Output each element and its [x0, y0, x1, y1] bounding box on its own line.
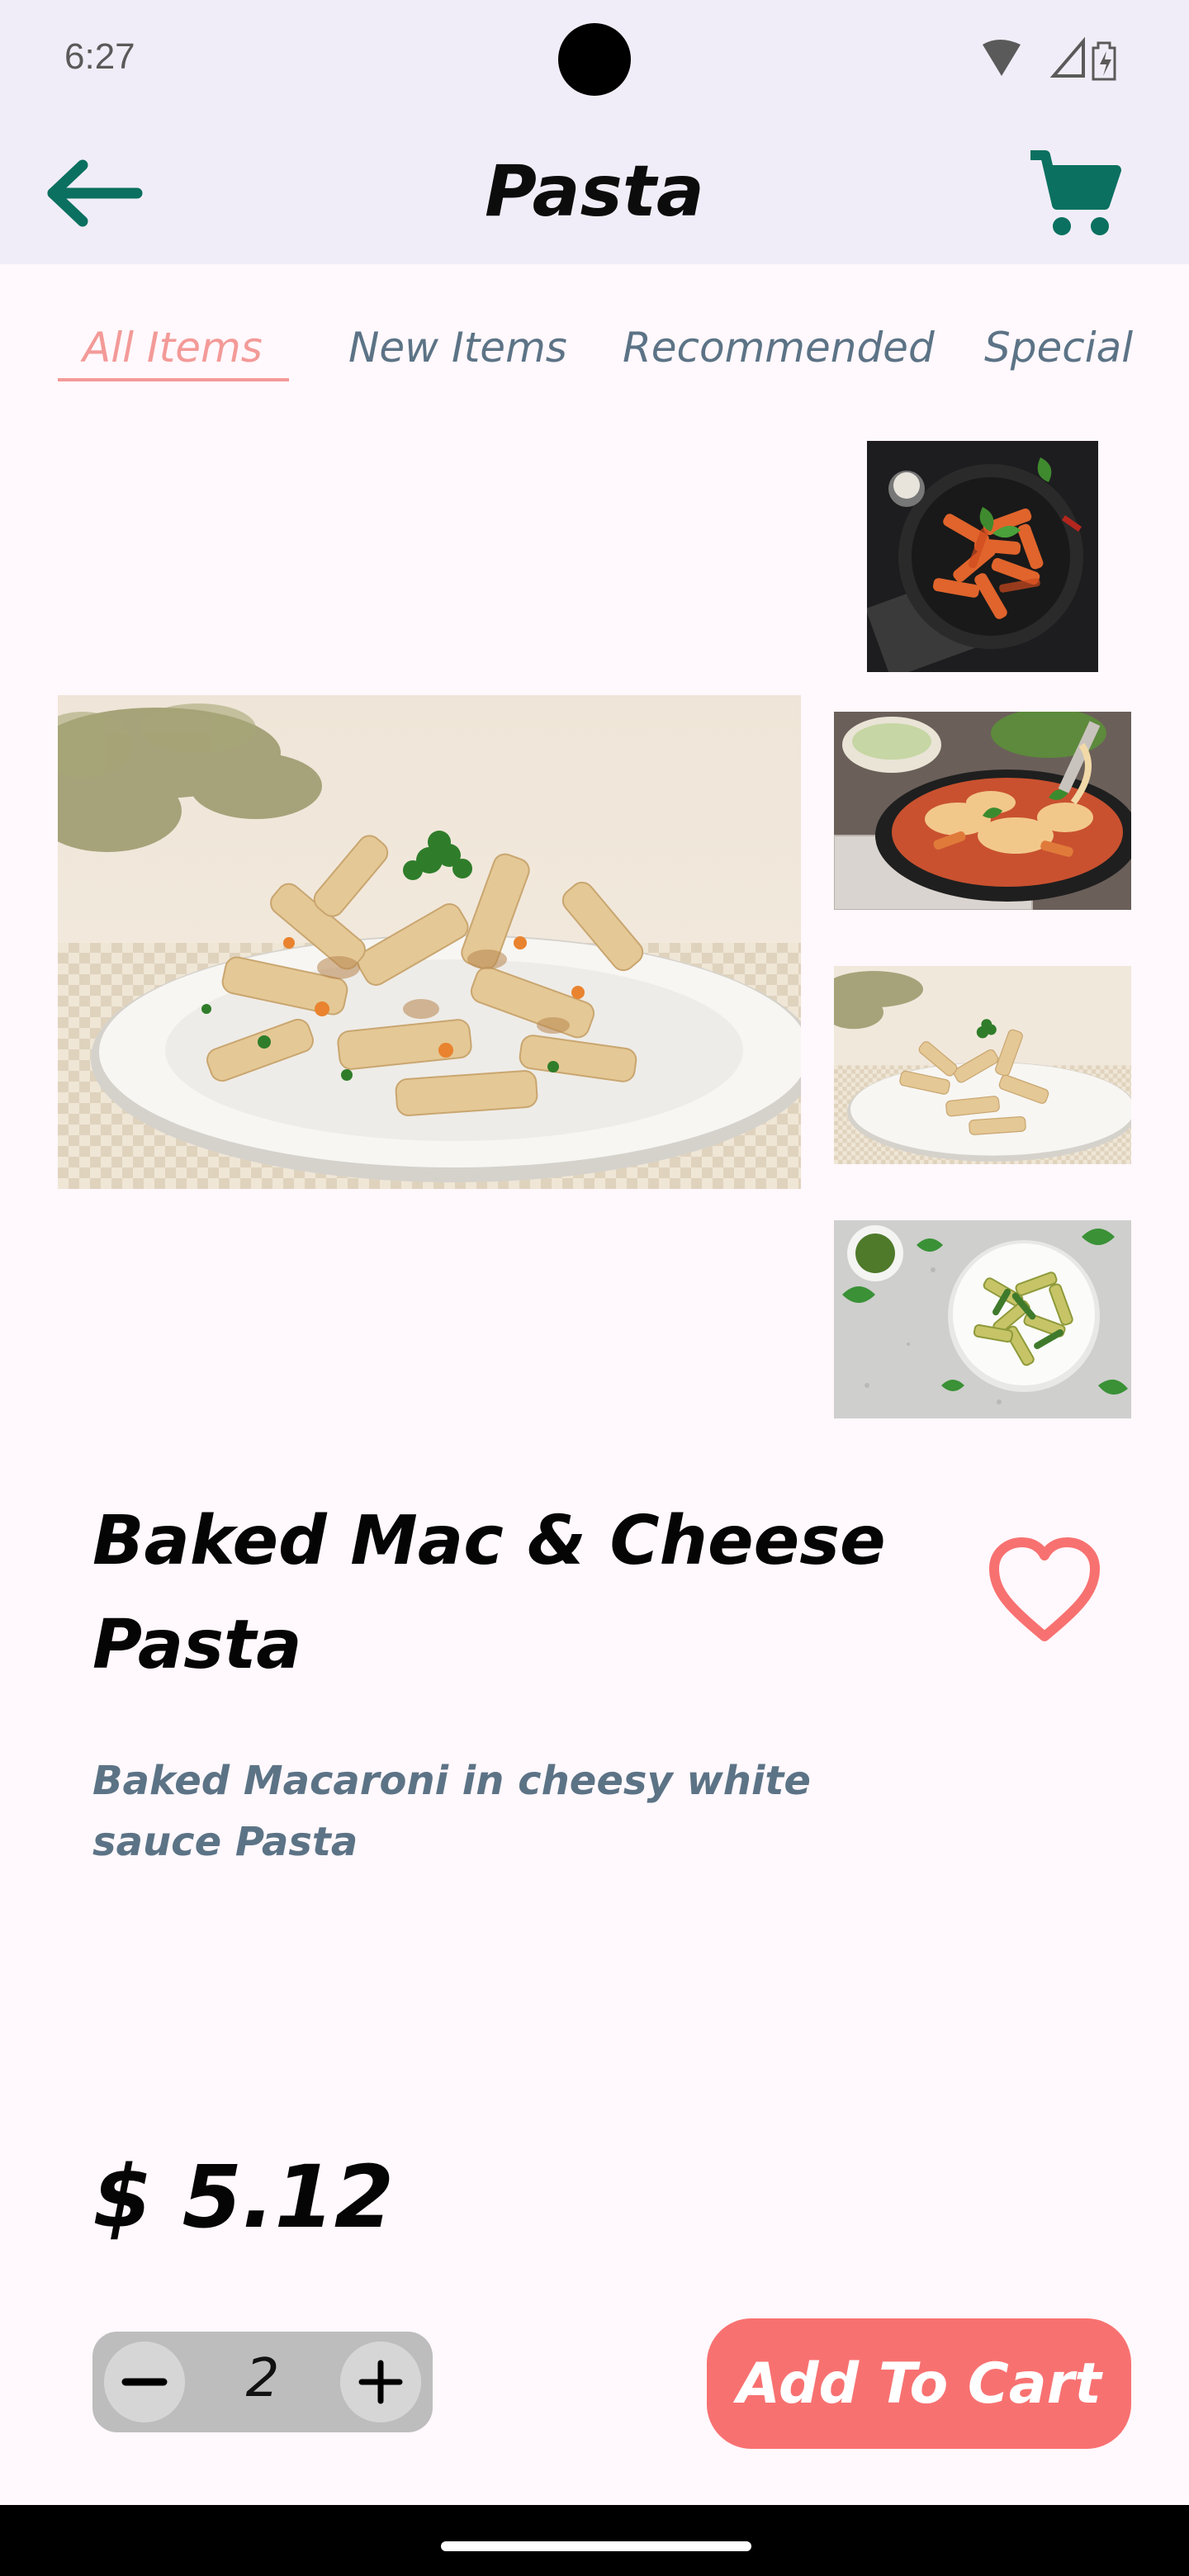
status-time: 6:27	[64, 36, 135, 77]
thumbnail-pesto-penne[interactable]	[834, 1220, 1131, 1418]
increase-quantity-button[interactable]	[340, 2342, 421, 2422]
product-description: Baked Macaroni in cheesy white sauce Pas…	[92, 1758, 811, 1865]
tab-recommended[interactable]: Recommended	[623, 324, 935, 372]
tab-special[interactable]: Special	[984, 324, 1133, 372]
system-navigation-bar	[0, 2505, 1189, 2576]
category-tabs: All Items New Items Recommended Special	[0, 314, 1189, 388]
home-gesture-handle[interactable]	[441, 2541, 751, 2551]
wifi-icon	[983, 40, 1021, 76]
tab-all-items[interactable]: All Items	[83, 324, 263, 372]
main-product-image	[58, 695, 801, 1189]
status-bar: 6:27	[0, 0, 1189, 122]
favorite-heart-icon[interactable]	[983, 1532, 1106, 1648]
app-bar: Pasta	[0, 122, 1189, 264]
active-tab-indicator	[58, 378, 289, 381]
product-price: $ 5.12	[92, 2147, 395, 2247]
thumbnail-penne-arrabbiata[interactable]	[867, 441, 1098, 672]
add-to-cart-button[interactable]: Add To Cart	[707, 2318, 1131, 2449]
decrease-quantity-button[interactable]	[104, 2342, 185, 2422]
signal-icon	[1049, 36, 1085, 78]
quantity-value: 2	[245, 2348, 280, 2409]
shopping-cart-icon[interactable]	[1024, 147, 1123, 243]
quantity-stepper: 2	[92, 2332, 433, 2432]
thumbnail-baked-cheesy-pasta[interactable]	[834, 712, 1131, 910]
tab-new-items[interactable]: New Items	[348, 324, 567, 372]
status-icons	[983, 36, 1116, 81]
camera-cutout	[558, 23, 631, 96]
thumbnail-creamy-penne[interactable]	[834, 966, 1131, 1164]
page-title: Pasta	[485, 150, 704, 233]
product-name: Baked Mac & Cheese Pasta	[92, 1502, 886, 1684]
